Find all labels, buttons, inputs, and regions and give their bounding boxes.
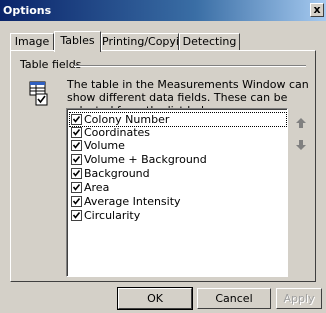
options-dialog: Options x Image Tables Printing/Copying …	[0, 0, 326, 313]
field-item-background[interactable]: Background	[70, 167, 286, 180]
field-label: Background	[84, 167, 150, 180]
checkbox-background[interactable]	[71, 168, 82, 179]
field-label: Coordinates	[84, 126, 151, 139]
apply-button[interactable]: Apply	[276, 288, 322, 309]
checkbox-average-intensity[interactable]	[71, 196, 82, 207]
checkbox-volume[interactable]	[71, 140, 82, 151]
table-fields-icon	[27, 80, 49, 109]
field-label: Circularity	[84, 209, 141, 222]
cancel-button[interactable]: Cancel	[197, 288, 271, 309]
fields-listbox[interactable]: Colony Number Coordinates Volume Volume …	[66, 108, 288, 277]
field-label: Volume	[84, 139, 125, 152]
field-label: Average Intensity	[84, 195, 181, 208]
checkbox-area[interactable]	[71, 182, 82, 193]
ok-button[interactable]: OK	[117, 287, 193, 310]
field-label: Colony Number	[84, 113, 170, 126]
field-item-volume[interactable]: Volume	[70, 139, 286, 152]
title-bar: Options x	[0, 0, 326, 21]
field-item-area[interactable]: Area	[70, 181, 286, 194]
field-item-volume-background[interactable]: Volume + Background	[70, 153, 286, 166]
field-label: Volume + Background	[84, 153, 207, 166]
tab-image[interactable]: Image	[10, 33, 54, 50]
field-item-average-intensity[interactable]: Average Intensity	[70, 195, 286, 208]
field-item-circularity[interactable]: Circularity	[70, 209, 286, 222]
checkbox-circularity[interactable]	[71, 210, 82, 221]
field-item-colony-number[interactable]: Colony Number	[69, 112, 287, 127]
arrow-down-icon[interactable]	[295, 139, 307, 151]
fields-list: Colony Number Coordinates Volume Volume …	[67, 109, 287, 276]
group-divider	[74, 65, 306, 67]
checkbox-volume-background[interactable]	[71, 154, 82, 165]
field-item-coordinates[interactable]: Coordinates	[70, 126, 286, 139]
field-label: Area	[84, 181, 110, 194]
tab-printing-copying[interactable]: Printing/Copying	[101, 33, 193, 50]
checkbox-colony-number[interactable]	[71, 114, 82, 125]
checkbox-coordinates[interactable]	[71, 127, 82, 138]
window-title: Options	[3, 4, 52, 17]
close-button[interactable]: x	[310, 3, 324, 17]
arrow-up-icon[interactable]	[295, 117, 307, 129]
tab-tables[interactable]: Tables	[54, 31, 101, 52]
tab-detecting[interactable]: Detecting	[179, 33, 240, 50]
